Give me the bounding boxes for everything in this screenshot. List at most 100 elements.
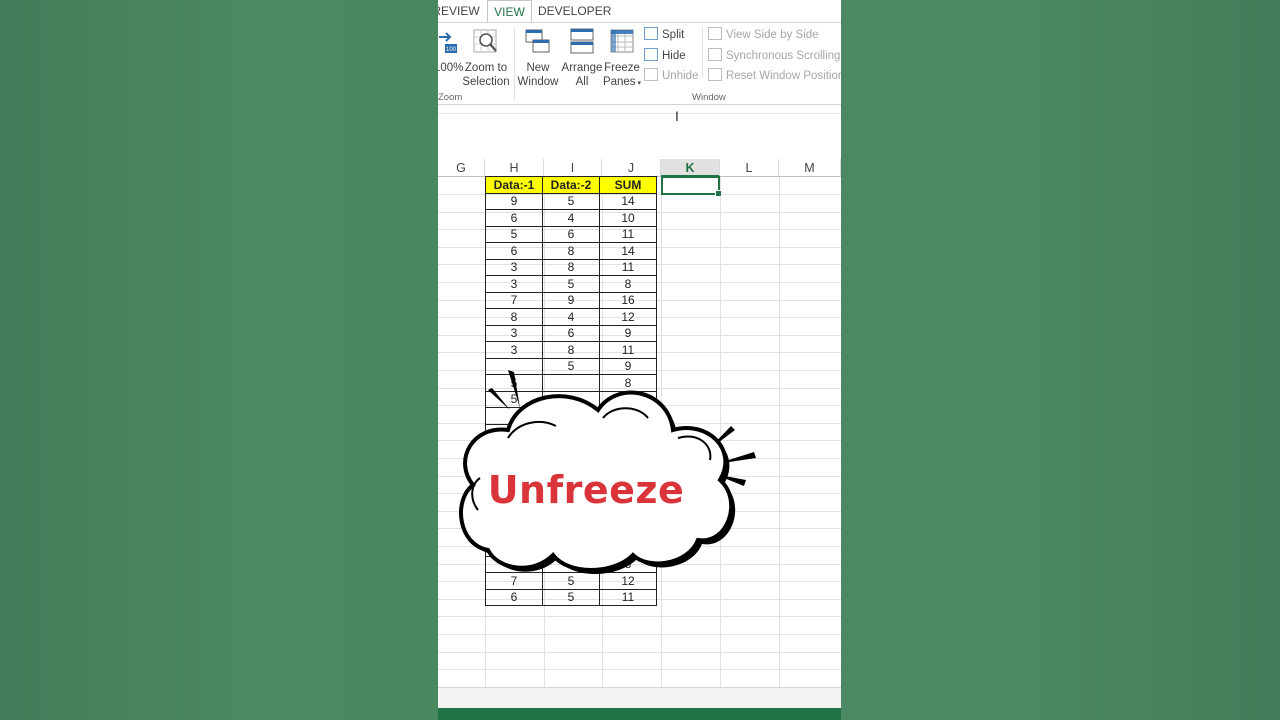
column-header-i[interactable]: I — [544, 159, 602, 177]
freeze-panes-button[interactable]: Freeze Panes ▾ — [602, 27, 642, 91]
freeze-panes-icon — [610, 29, 634, 53]
data-cell[interactable]: 14 — [599, 242, 657, 260]
column-header-g[interactable]: G — [438, 159, 485, 177]
freeze-panes-label-2: Panes ▾ — [602, 75, 642, 91]
table-row: 9 5 14 — [485, 192, 657, 210]
data-cell[interactable]: 9 — [599, 324, 657, 342]
data-cell[interactable]: 4 — [542, 308, 600, 326]
data-cell[interactable]: 4 — [542, 209, 600, 227]
data-cell[interactable]: 5 — [542, 192, 600, 210]
arrange-all-icon — [570, 28, 594, 54]
zoom-100-icon: 100 — [439, 32, 457, 53]
tab-developer[interactable]: DEVELOPER — [538, 0, 611, 22]
unhide-icon — [644, 68, 658, 81]
hide-icon — [644, 48, 658, 61]
data-cell[interactable]: 3 — [485, 275, 543, 293]
data-cell[interactable]: 6 — [542, 324, 600, 342]
unfreeze-callout-text: Unfreeze — [487, 468, 685, 512]
column-header-m[interactable]: M — [779, 159, 841, 177]
table-row: 3 8 11 — [485, 341, 657, 359]
synchronous-scrolling-button[interactable]: Synchronous Scrolling — [708, 48, 840, 64]
arrange-all-button[interactable]: Arrange All — [560, 27, 604, 89]
split-button[interactable]: Split — [644, 27, 684, 43]
new-window-label-1: New — [526, 62, 550, 74]
arrange-all-label-2: All — [575, 76, 589, 88]
header-cell[interactable]: Data:-2 — [542, 176, 600, 194]
background-right — [841, 0, 1280, 720]
zoom-to-selection-button[interactable]: Zoom to Selection — [462, 27, 510, 89]
gridline — [779, 177, 780, 687]
table-row: 8 4 12 — [485, 308, 657, 326]
view-side-by-side-button[interactable]: View Side by Side — [708, 27, 818, 43]
data-cell[interactable]: 16 — [599, 291, 657, 309]
zoom-100-label: 100% — [438, 62, 464, 74]
data-cell[interactable]: 14 — [599, 192, 657, 210]
group-separator — [702, 27, 703, 77]
data-cell[interactable]: 6 — [485, 588, 543, 606]
selected-cell-k1[interactable] — [661, 176, 722, 197]
data-cell[interactable]: 6 — [485, 242, 543, 260]
data-cell[interactable]: 10 — [599, 209, 657, 227]
column-header-j[interactable]: J — [602, 159, 661, 177]
view-side-by-side-label: View Side by Side — [726, 29, 819, 41]
status-bar — [438, 687, 841, 709]
header-cell[interactable]: SUM — [599, 176, 657, 194]
column-header-k[interactable]: K — [661, 159, 720, 177]
data-cell[interactable]: 5 — [485, 225, 543, 243]
svg-text:100: 100 — [446, 47, 457, 53]
table-row: 358 — [485, 275, 657, 293]
tab-review[interactable]: REVIEW — [438, 0, 480, 22]
table-row: 6 5 11 — [485, 588, 657, 606]
data-cell[interactable]: 5 — [542, 275, 600, 293]
split-label: Split — [662, 29, 685, 41]
data-cell[interactable]: 6 — [542, 225, 600, 243]
excel-status-strip — [438, 708, 841, 720]
data-cell[interactable]: 12 — [599, 308, 657, 326]
view-side-by-side-icon — [708, 27, 722, 40]
data-cell[interactable]: 8 — [485, 308, 543, 326]
arrange-all-label-1: Arrange — [561, 62, 603, 74]
data-cell[interactable]: 9 — [542, 291, 600, 309]
table-row: 5 6 11 — [485, 225, 657, 243]
data-cell[interactable]: 7 — [485, 291, 543, 309]
table-row: 3 8 11 — [485, 258, 657, 276]
data-cell[interactable]: 11 — [599, 341, 657, 359]
ribbon-tabs: REVIEW VIEW DEVELOPER — [438, 0, 841, 25]
data-cell[interactable]: 8 — [599, 275, 657, 293]
data-cell[interactable]: 6 — [485, 209, 543, 227]
data-cell[interactable]: 11 — [599, 588, 657, 606]
table-row: 7 9 16 — [485, 291, 657, 309]
zoom-to-selection-label-1: Zoom to — [464, 62, 508, 74]
split-icon — [644, 27, 658, 40]
data-cell[interactable]: 3 — [485, 258, 543, 276]
table-header-row: Data:-1 Data:-2 SUM — [485, 176, 657, 194]
data-cell[interactable]: 8 — [542, 242, 600, 260]
data-cell[interactable]: 5 — [542, 588, 600, 606]
column-header-h[interactable]: H — [485, 159, 544, 177]
data-cell[interactable]: 11 — [599, 225, 657, 243]
table-row: 6 8 14 — [485, 242, 657, 260]
gridline — [438, 616, 841, 618]
reset-window-position-label: Reset Window Position — [726, 70, 841, 82]
data-cell[interactable]: 3 — [485, 341, 543, 359]
window-group-label: Window — [692, 92, 726, 103]
zoom-100-button[interactable]: 100 100% — [438, 27, 464, 75]
data-cell[interactable]: 9 — [485, 192, 543, 210]
data-cell[interactable]: 3 — [485, 324, 543, 342]
reset-window-position-button[interactable]: Reset Window Position — [708, 68, 841, 84]
data-cell[interactable]: 11 — [599, 258, 657, 276]
data-cell[interactable]: 8 — [542, 341, 600, 359]
dropdown-arrow-icon: ▾ — [635, 80, 642, 87]
data-cell[interactable]: 8 — [542, 258, 600, 276]
column-header-l[interactable]: L — [720, 159, 779, 177]
header-cell[interactable]: Data:-1 — [485, 176, 543, 194]
new-window-button[interactable]: New Window — [516, 27, 560, 89]
hide-button[interactable]: Hide — [644, 48, 686, 64]
text-cursor-icon: I — [675, 108, 679, 124]
unhide-button[interactable]: Unhide — [644, 68, 698, 84]
zoom-to-selection-icon — [473, 29, 497, 53]
gridline — [438, 651, 841, 653]
freeze-panes-label-text: Panes — [602, 76, 636, 88]
gridline — [438, 634, 841, 635]
new-window-label-2: Window — [517, 76, 559, 88]
